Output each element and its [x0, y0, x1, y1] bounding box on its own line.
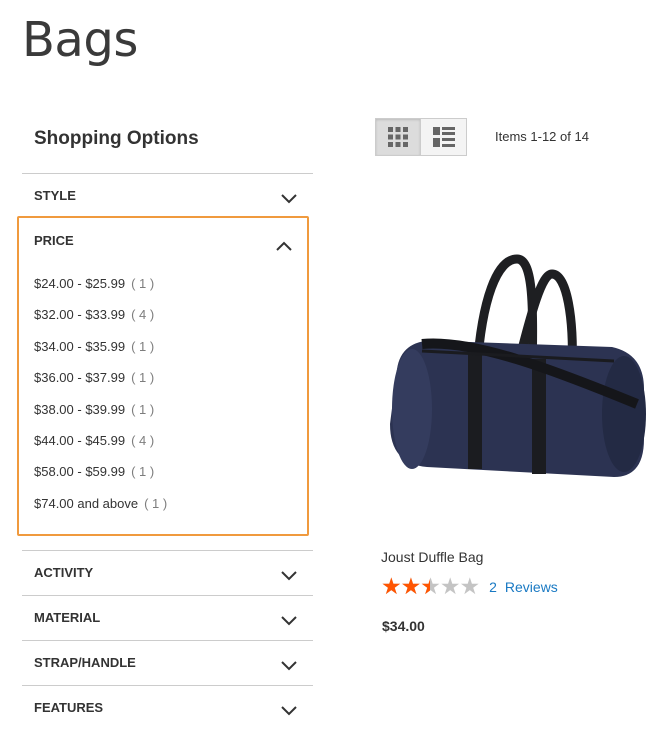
price-option-count: ( 1 )	[131, 338, 155, 354]
filter-style-label[interactable]: STYLE	[22, 174, 313, 218]
reviews-link[interactable]: 2 Reviews	[489, 579, 558, 595]
price-option-link[interactable]: $38.00 - $39.99	[34, 402, 125, 417]
collapsed-filters: ACTIVITY MATERIAL STRAP/HANDLE FEATURES	[22, 550, 313, 730]
chevron-down-icon	[281, 706, 297, 716]
price-option-link[interactable]: $74.00 and above	[34, 496, 138, 511]
chevron-down-icon	[281, 616, 297, 626]
filter-strap-handle-label[interactable]: STRAP/HANDLE	[22, 641, 313, 685]
product-price: $34.00	[382, 618, 425, 634]
chevron-up-icon	[276, 241, 292, 251]
filter-material-label[interactable]: MATERIAL	[22, 596, 313, 640]
view-mode-switcher	[375, 118, 467, 156]
filter-material[interactable]: MATERIAL	[22, 595, 313, 640]
page-title: Bags	[22, 12, 138, 68]
grid-mode-button[interactable]	[375, 118, 421, 156]
price-option[interactable]: $38.00 - $39.99 ( 1 )	[34, 400, 167, 431]
star-rating: ★★★★★ ★★★★★	[381, 575, 480, 598]
shopping-options-sidebar: Shopping Options STYLE ACTIVITY MATERIAL…	[22, 118, 313, 716]
grid-icon	[388, 127, 408, 147]
price-option[interactable]: $32.00 - $33.99 ( 4 )	[34, 305, 167, 336]
price-option-count: ( 4 )	[131, 307, 155, 323]
price-option-count: ( 4 )	[131, 432, 155, 448]
list-mode-button[interactable]	[421, 118, 467, 156]
price-options-list: $24.00 - $25.99 ( 1 ) $32.00 - $33.99 ( 4 …	[34, 274, 167, 525]
price-option[interactable]: $36.00 - $37.99 ( 1 )	[34, 368, 167, 399]
price-option[interactable]: $44.00 - $45.99 ( 4 )	[34, 431, 167, 462]
product-rating: ★★★★★ ★★★★★ 2 Reviews	[381, 575, 558, 598]
price-option-count: ( 1 )	[131, 401, 155, 417]
price-option[interactable]: $24.00 - $25.99 ( 1 )	[34, 274, 167, 305]
chevron-down-icon	[281, 194, 297, 204]
price-option-count: ( 1 )	[131, 276, 155, 291]
filter-style[interactable]: STYLE	[22, 173, 313, 218]
filter-activity-label[interactable]: ACTIVITY	[22, 551, 313, 595]
duffle-bag-image	[390, 254, 646, 477]
product-name-link[interactable]: Joust Duffle Bag	[381, 549, 483, 565]
price-option[interactable]: $58.00 - $59.99 ( 1 )	[34, 462, 167, 493]
price-option-count: ( 1 )	[131, 464, 155, 480]
price-option-link[interactable]: $36.00 - $37.99	[34, 370, 125, 385]
items-count: Items 1-12 of 14	[495, 129, 589, 144]
filter-features-label[interactable]: FEATURES	[22, 686, 313, 730]
price-option[interactable]: $34.00 - $35.99 ( 1 )	[34, 337, 167, 368]
price-option-link[interactable]: $24.00 - $25.99	[34, 276, 125, 291]
price-option-count: ( 1 )	[144, 495, 168, 511]
filter-strap-handle[interactable]: STRAP/HANDLE	[22, 640, 313, 685]
price-option-link[interactable]: $32.00 - $33.99	[34, 307, 125, 322]
chevron-down-icon	[281, 571, 297, 581]
star-rating-filled: ★★★★★	[381, 575, 430, 598]
price-option-link[interactable]: $58.00 - $59.99	[34, 464, 125, 479]
filter-price[interactable]: PRICE $24.00 - $25.99 ( 1 ) $32.00 - $33.…	[17, 216, 309, 536]
filter-activity[interactable]: ACTIVITY	[22, 550, 313, 595]
reviews-label: Reviews	[504, 578, 558, 595]
product-image-link[interactable]	[382, 219, 649, 531]
review-count: 2	[489, 578, 497, 595]
price-option-link[interactable]: $44.00 - $45.99	[34, 433, 125, 448]
chevron-down-icon	[281, 661, 297, 671]
filter-price-label[interactable]: PRICE	[34, 233, 74, 248]
shopping-options-title: Shopping Options	[34, 128, 199, 149]
filter-features[interactable]: FEATURES	[22, 685, 313, 730]
price-option[interactable]: $74.00 and above ( 1 )	[34, 494, 167, 525]
price-option-link[interactable]: $34.00 - $35.99	[34, 339, 125, 354]
list-icon	[432, 127, 455, 147]
price-option-count: ( 1 )	[131, 370, 155, 386]
